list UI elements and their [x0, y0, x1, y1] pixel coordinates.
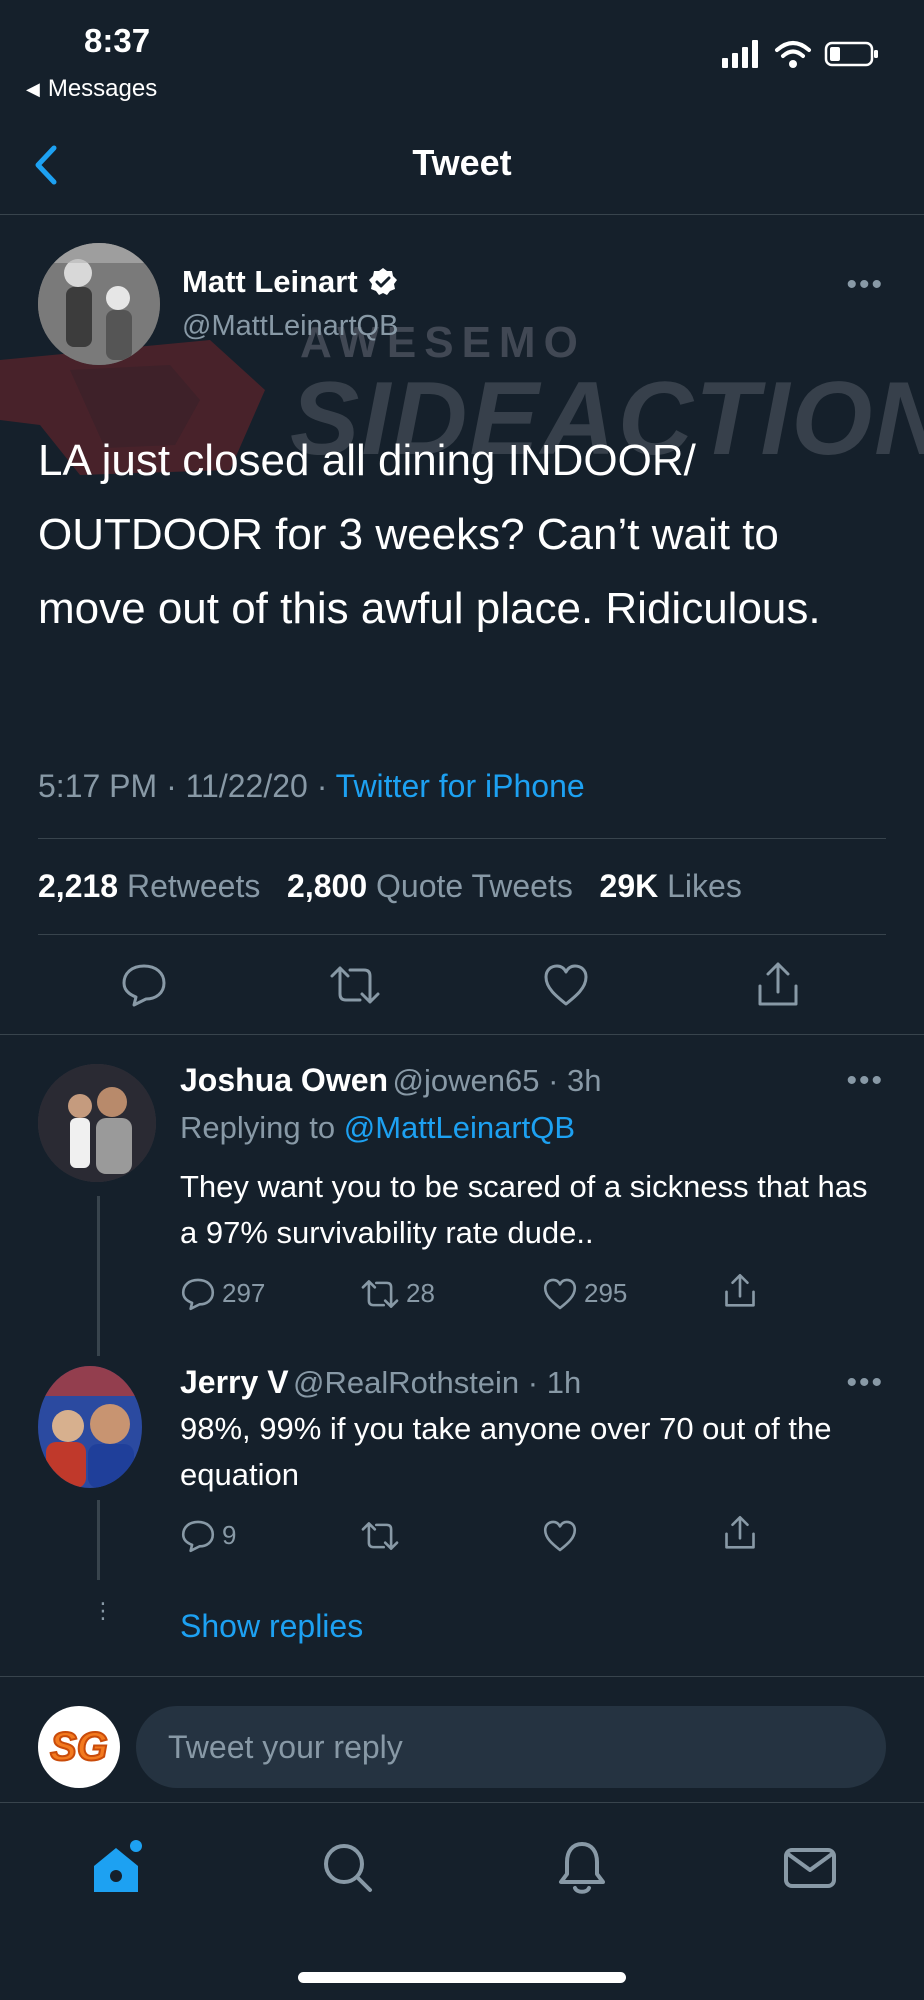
retweets-stat[interactable]: 2,218 Retweets: [38, 868, 260, 904]
reply-text: 98%, 99% if you take anyone over 70 out …: [180, 1411, 832, 1492]
reply-share-action[interactable]: [722, 1272, 758, 1315]
likes-stat[interactable]: 29K Likes: [600, 868, 742, 904]
like-count: 295: [584, 1278, 628, 1308]
reply-retweet-action[interactable]: 28: [360, 1278, 542, 1310]
likes-label: Likes: [667, 868, 742, 904]
author-handle[interactable]: @MattLeinartQB: [182, 310, 398, 343]
reply-icon[interactable]: [120, 962, 168, 1008]
quotes-label: Quote Tweets: [376, 868, 573, 904]
tweet-text: LA just closed all dining INDOOR/ OUTDOO…: [38, 436, 821, 633]
back-to-messages[interactable]: ◀ Messages: [26, 75, 157, 103]
reply-count: 297: [222, 1278, 266, 1308]
share-icon: [725, 1273, 755, 1307]
retweet-icon: [361, 1521, 399, 1550]
more-options-icon[interactable]: •••: [846, 1366, 884, 1400]
reply-author-handle[interactable]: @RealRothstein: [293, 1365, 519, 1400]
thread-dots-icon: ⋮: [92, 1598, 114, 1623]
replying-to: Replying to @MattLeinartQB: [180, 1110, 575, 1146]
like-icon[interactable]: [542, 962, 590, 1008]
reply-avatar-joshua[interactable]: [38, 1064, 156, 1182]
battery-icon: [824, 41, 878, 67]
notifications-icon[interactable]: [552, 1838, 612, 1898]
tabbar-divider: [0, 1802, 924, 1803]
like-icon: [543, 1278, 577, 1309]
retweet-count: 28: [406, 1278, 435, 1308]
reply-like-action[interactable]: 295: [542, 1277, 722, 1311]
status-icons: [722, 40, 880, 68]
meta-divider: [38, 838, 886, 839]
reply-icon: [181, 1278, 215, 1310]
more-options-icon[interactable]: •••: [846, 1064, 884, 1098]
replies-bottom-divider: [0, 1676, 924, 1677]
messages-icon[interactable]: [780, 1838, 840, 1898]
reply-reply-action[interactable]: 297: [180, 1277, 360, 1311]
tweet-meta: 5:17 PM · 11/22/20 · Twitter for iPhone: [38, 768, 585, 804]
reply-author-name[interactable]: Jerry V: [180, 1364, 289, 1400]
reply-reply-action[interactable]: 9: [180, 1519, 360, 1553]
back-triangle-icon: ◀: [26, 78, 40, 99]
thread-line: [97, 1500, 100, 1580]
author-name-text: Matt Leinart: [182, 264, 358, 299]
retweet-icon: [361, 1279, 399, 1308]
replying-to-prefix: Replying to: [180, 1110, 336, 1145]
header-divider: [0, 214, 924, 215]
share-icon[interactable]: [754, 960, 802, 1010]
author-avatar[interactable]: [38, 243, 160, 365]
reply-icon: [181, 1520, 215, 1552]
tweet-date: 11/22/20: [185, 768, 308, 804]
share-icon: [725, 1515, 755, 1549]
reply-header-jerry: Jerry V @RealRothstein · 1h: [180, 1364, 582, 1400]
like-icon: [543, 1520, 577, 1551]
reply-actions: 9: [180, 1514, 758, 1557]
signal-icon: [722, 40, 758, 68]
status-time: 8:37: [84, 22, 151, 59]
composer-avatar[interactable]: SG: [38, 1706, 120, 1788]
back-to-messages-label: Messages: [47, 75, 158, 102]
reply-age: 1h: [546, 1365, 582, 1400]
retweets-label: Retweets: [126, 868, 261, 904]
reply-author-name[interactable]: Joshua Owen: [180, 1062, 388, 1098]
composer-avatar-text: SG: [49, 1724, 109, 1770]
thread-line: [97, 1196, 100, 1356]
avatar-photo: [38, 1064, 156, 1182]
reply-like-action[interactable]: [542, 1519, 722, 1553]
replying-to-handle[interactable]: @MattLeinartQB: [344, 1110, 575, 1145]
likes-count: 29K: [599, 868, 659, 904]
home-icon[interactable]: [88, 1838, 148, 1898]
reply-input[interactable]: Tweet your reply: [136, 1706, 886, 1788]
retweets-count: 2,218: [38, 868, 119, 904]
avatar-photo: [38, 1366, 142, 1488]
reply-retweet-action[interactable]: [360, 1520, 542, 1552]
reply-actions: 297 28 295: [180, 1272, 758, 1315]
reply-text: They want you to be scared of a sickness…: [180, 1169, 868, 1250]
page-title: Tweet: [412, 142, 512, 183]
reply-avatar-jerry[interactable]: [38, 1366, 142, 1488]
quotes-stat[interactable]: 2,800 Quote Tweets: [287, 868, 573, 904]
avatar-photo: [38, 243, 160, 365]
quotes-count: 2,800: [287, 868, 368, 904]
tweet-stats: 2,218 Retweets 2,800 Quote Tweets 29K Li…: [38, 868, 742, 905]
verified-badge-icon: [368, 268, 397, 295]
reply-input-placeholder: Tweet your reply: [168, 1728, 403, 1765]
main-tweet-bottom-divider: [0, 1034, 924, 1035]
reply-header-joshua: Joshua Owen @jowen65 · 3h: [180, 1062, 602, 1098]
more-options-icon[interactable]: •••: [846, 268, 884, 302]
home-indicator: [298, 1972, 626, 1983]
reply-author-handle[interactable]: @jowen65: [393, 1063, 540, 1098]
reply-share-action[interactable]: [722, 1514, 758, 1557]
retweet-icon[interactable]: [328, 964, 382, 1006]
show-replies-link[interactable]: Show replies: [180, 1608, 363, 1645]
stats-divider: [38, 934, 886, 935]
tweet-time: 5:17 PM: [38, 768, 158, 804]
reply-count: 9: [222, 1520, 237, 1550]
reply-age: 3h: [567, 1063, 602, 1098]
tweet-source[interactable]: Twitter for iPhone: [336, 768, 585, 804]
search-icon[interactable]: [318, 1838, 378, 1898]
wifi-icon: [775, 41, 811, 68]
author-name[interactable]: Matt Leinart: [182, 264, 398, 300]
